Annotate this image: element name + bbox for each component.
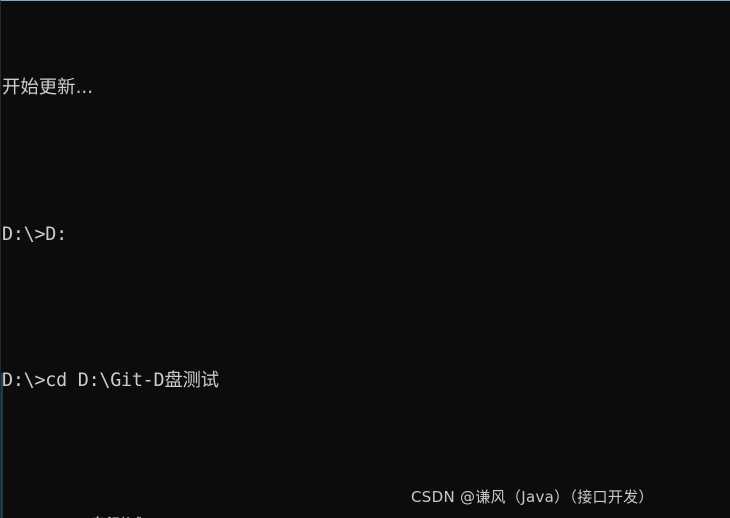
csdn-watermark: CSDN @谦风（Java）（接口开发） (411, 488, 654, 506)
console-line-2 (2, 149, 730, 173)
console-line-3: D:\>D: (2, 223, 67, 245)
window-left-edge-highlight (1, 373, 3, 518)
console-window[interactable]: 开始更新... D:\>D: D:\>cd D:\Git-D盘测试 D:\Git… (0, 0, 730, 518)
console-line-4 (2, 296, 730, 320)
console-line-6 (2, 442, 730, 466)
console-line-5: D:\>cd D:\Git-D盘测试 (2, 370, 219, 392)
console-line-1: 开始更新... (2, 77, 94, 99)
